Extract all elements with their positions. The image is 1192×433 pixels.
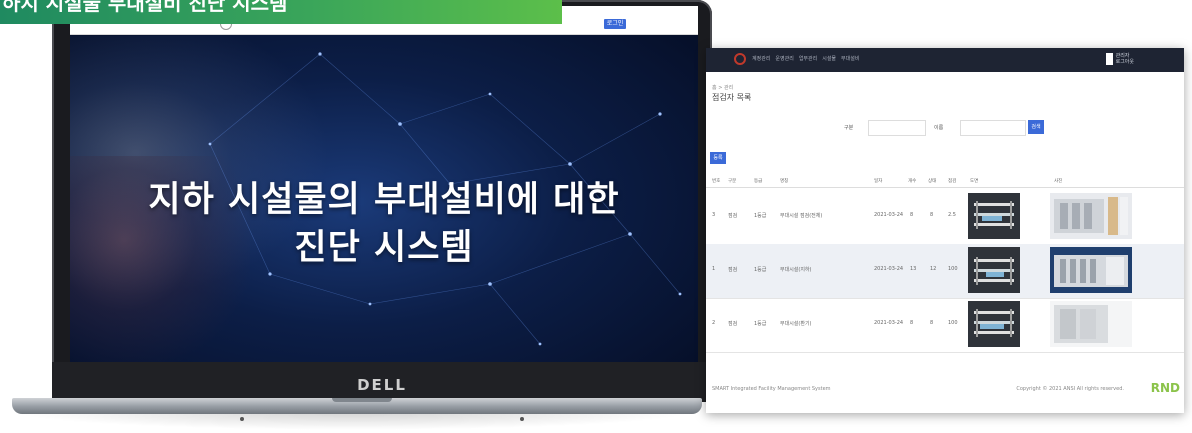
filter-label-name: 이름 xyxy=(934,125,944,131)
laptop-screen: 로그인 지하 시설물의 부대설비에 대한 진단 시스템 xyxy=(70,6,698,362)
add-button[interactable]: 등록 xyxy=(710,152,726,164)
filter-bar: 구분 이름 검색 xyxy=(706,118,1184,138)
banner-text: 하지 시설물 부대설비 진단 시스템 xyxy=(2,0,288,15)
col-date: 일자 xyxy=(874,179,883,184)
drawing-thumbnail[interactable] xyxy=(968,247,1020,293)
cell-name: 부대시설(환기) xyxy=(780,321,812,327)
cell-grade: 1등급 xyxy=(754,321,767,327)
cell-status: 8 xyxy=(930,212,934,218)
cell-no: 2 xyxy=(712,320,716,326)
search-button[interactable]: 검색 xyxy=(1028,120,1044,134)
cell-category: 점검 xyxy=(728,267,738,273)
footer-system-name: SMART Integrated Facility Management Sys… xyxy=(712,386,831,392)
cell-check: 100 xyxy=(948,266,958,272)
cell-grade: 1등급 xyxy=(754,213,767,219)
page-title: 점검자 목록 xyxy=(712,93,752,102)
cell-category: 점검 xyxy=(728,321,738,327)
cell-name: 부대시설(지하) xyxy=(780,267,812,273)
laptop-base xyxy=(12,398,702,414)
col-photo: 사진 xyxy=(1054,179,1063,184)
photo-image xyxy=(1050,193,1132,239)
cell-no: 1 xyxy=(712,266,716,272)
drawing-thumbnail[interactable] xyxy=(968,301,1020,347)
drawing-image xyxy=(968,193,1020,239)
base-notch xyxy=(332,398,392,402)
cell-count: 8 xyxy=(910,212,914,218)
user-menu[interactable]: 관리자 로그아웃 xyxy=(1105,53,1134,65)
photo-thumbnail[interactable] xyxy=(1050,247,1132,293)
cell-status: 8 xyxy=(930,320,934,326)
title-banner: 하지 시설물 부대설비 진단 시스템 xyxy=(0,0,562,24)
cell-date: 2021-03-24 xyxy=(874,212,904,218)
dell-logo: DELL xyxy=(357,376,407,394)
cell-count: 13 xyxy=(910,266,917,272)
table-row[interactable]: 1 점검 1등급 부대시설(지하) 2021-03-24 13 12 100 xyxy=(706,244,1184,299)
table-header: 번호 구분 등급 명칭 일자 개수 상태 점검 도면 사진 xyxy=(706,175,1184,188)
hero-line-1: 지하 시설물의 부대설비에 대한 xyxy=(148,180,620,220)
admin-logo-icon xyxy=(734,53,746,65)
col-name: 명칭 xyxy=(780,179,789,184)
drawing-image xyxy=(968,247,1020,293)
photo-image xyxy=(1050,247,1132,293)
drawing-thumbnail[interactable] xyxy=(968,193,1020,239)
footer-copyright: Copyright © 2021 ANSI All rights reserve… xyxy=(1016,386,1124,392)
cell-count: 8 xyxy=(910,320,914,326)
photo-thumbnail[interactable] xyxy=(1050,193,1132,239)
nav-item[interactable]: 계정관리 xyxy=(752,55,770,62)
cell-name: 부대시설 점검(전체) xyxy=(780,213,823,219)
filter-label-category: 구분 xyxy=(844,125,854,131)
nav-item[interactable]: 업무관리 xyxy=(799,55,817,62)
hero-line-2: 진단 시스템 xyxy=(294,228,474,268)
col-grade: 등급 xyxy=(754,179,763,184)
laptop-foot xyxy=(240,417,244,421)
nav-item[interactable]: 부대설비 xyxy=(841,55,859,62)
col-check: 점검 xyxy=(948,179,957,184)
table-row[interactable]: 2 점검 1등급 부대시설(환기) 2021-03-24 8 8 100 xyxy=(706,298,1184,353)
cell-no: 3 xyxy=(712,212,716,218)
category-input[interactable] xyxy=(868,120,926,136)
admin-screenshot: 계정관리 운영관리 업무관리 시설물 부대설비 관리자 로그아웃 홈 > 관리 … xyxy=(706,48,1184,413)
login-button[interactable]: 로그인 xyxy=(604,19,626,29)
nav-item[interactable]: 운영관리 xyxy=(775,55,793,62)
cell-date: 2021-03-24 xyxy=(874,320,904,326)
admin-navbar: 계정관리 운영관리 업무관리 시설물 부대설비 관리자 로그아웃 xyxy=(706,48,1184,72)
nav-menu: 계정관리 운영관리 업무관리 시설물 부대설비 xyxy=(752,55,859,62)
hero-title: 지하 시설물의 부대설비에 대한 진단 시스템 xyxy=(70,176,698,272)
cell-category: 점검 xyxy=(728,213,738,219)
photo-thumbnail[interactable] xyxy=(1050,301,1132,347)
col-drawing: 도면 xyxy=(970,179,979,184)
cell-status: 12 xyxy=(930,266,937,272)
cell-check: 100 xyxy=(948,320,958,326)
col-category: 구분 xyxy=(728,179,737,184)
user-icon xyxy=(1105,53,1113,65)
laptop-foot xyxy=(520,417,524,421)
breadcrumb: 홈 > 관리 xyxy=(712,85,734,91)
cell-grade: 1등급 xyxy=(754,267,767,273)
photo-image xyxy=(1050,301,1132,347)
nav-item[interactable]: 시설물 xyxy=(822,55,836,62)
cell-date: 2021-03-24 xyxy=(874,266,904,272)
cell-check: 2.5 xyxy=(948,212,956,218)
brand-logo: RND xyxy=(1150,381,1180,395)
logout-link[interactable]: 로그아웃 xyxy=(1116,59,1134,65)
col-status: 상태 xyxy=(928,179,937,184)
drawing-image xyxy=(968,301,1020,347)
table-row[interactable]: 3 점검 1등급 부대시설 점검(전체) 2021-03-24 8 8 2.5 xyxy=(706,190,1184,245)
user-text: 관리자 로그아웃 xyxy=(1116,53,1134,65)
col-count: 개수 xyxy=(908,179,917,184)
name-input[interactable] xyxy=(960,120,1026,136)
laptop-chin: DELL xyxy=(52,362,712,402)
col-no: 번호 xyxy=(712,179,721,184)
